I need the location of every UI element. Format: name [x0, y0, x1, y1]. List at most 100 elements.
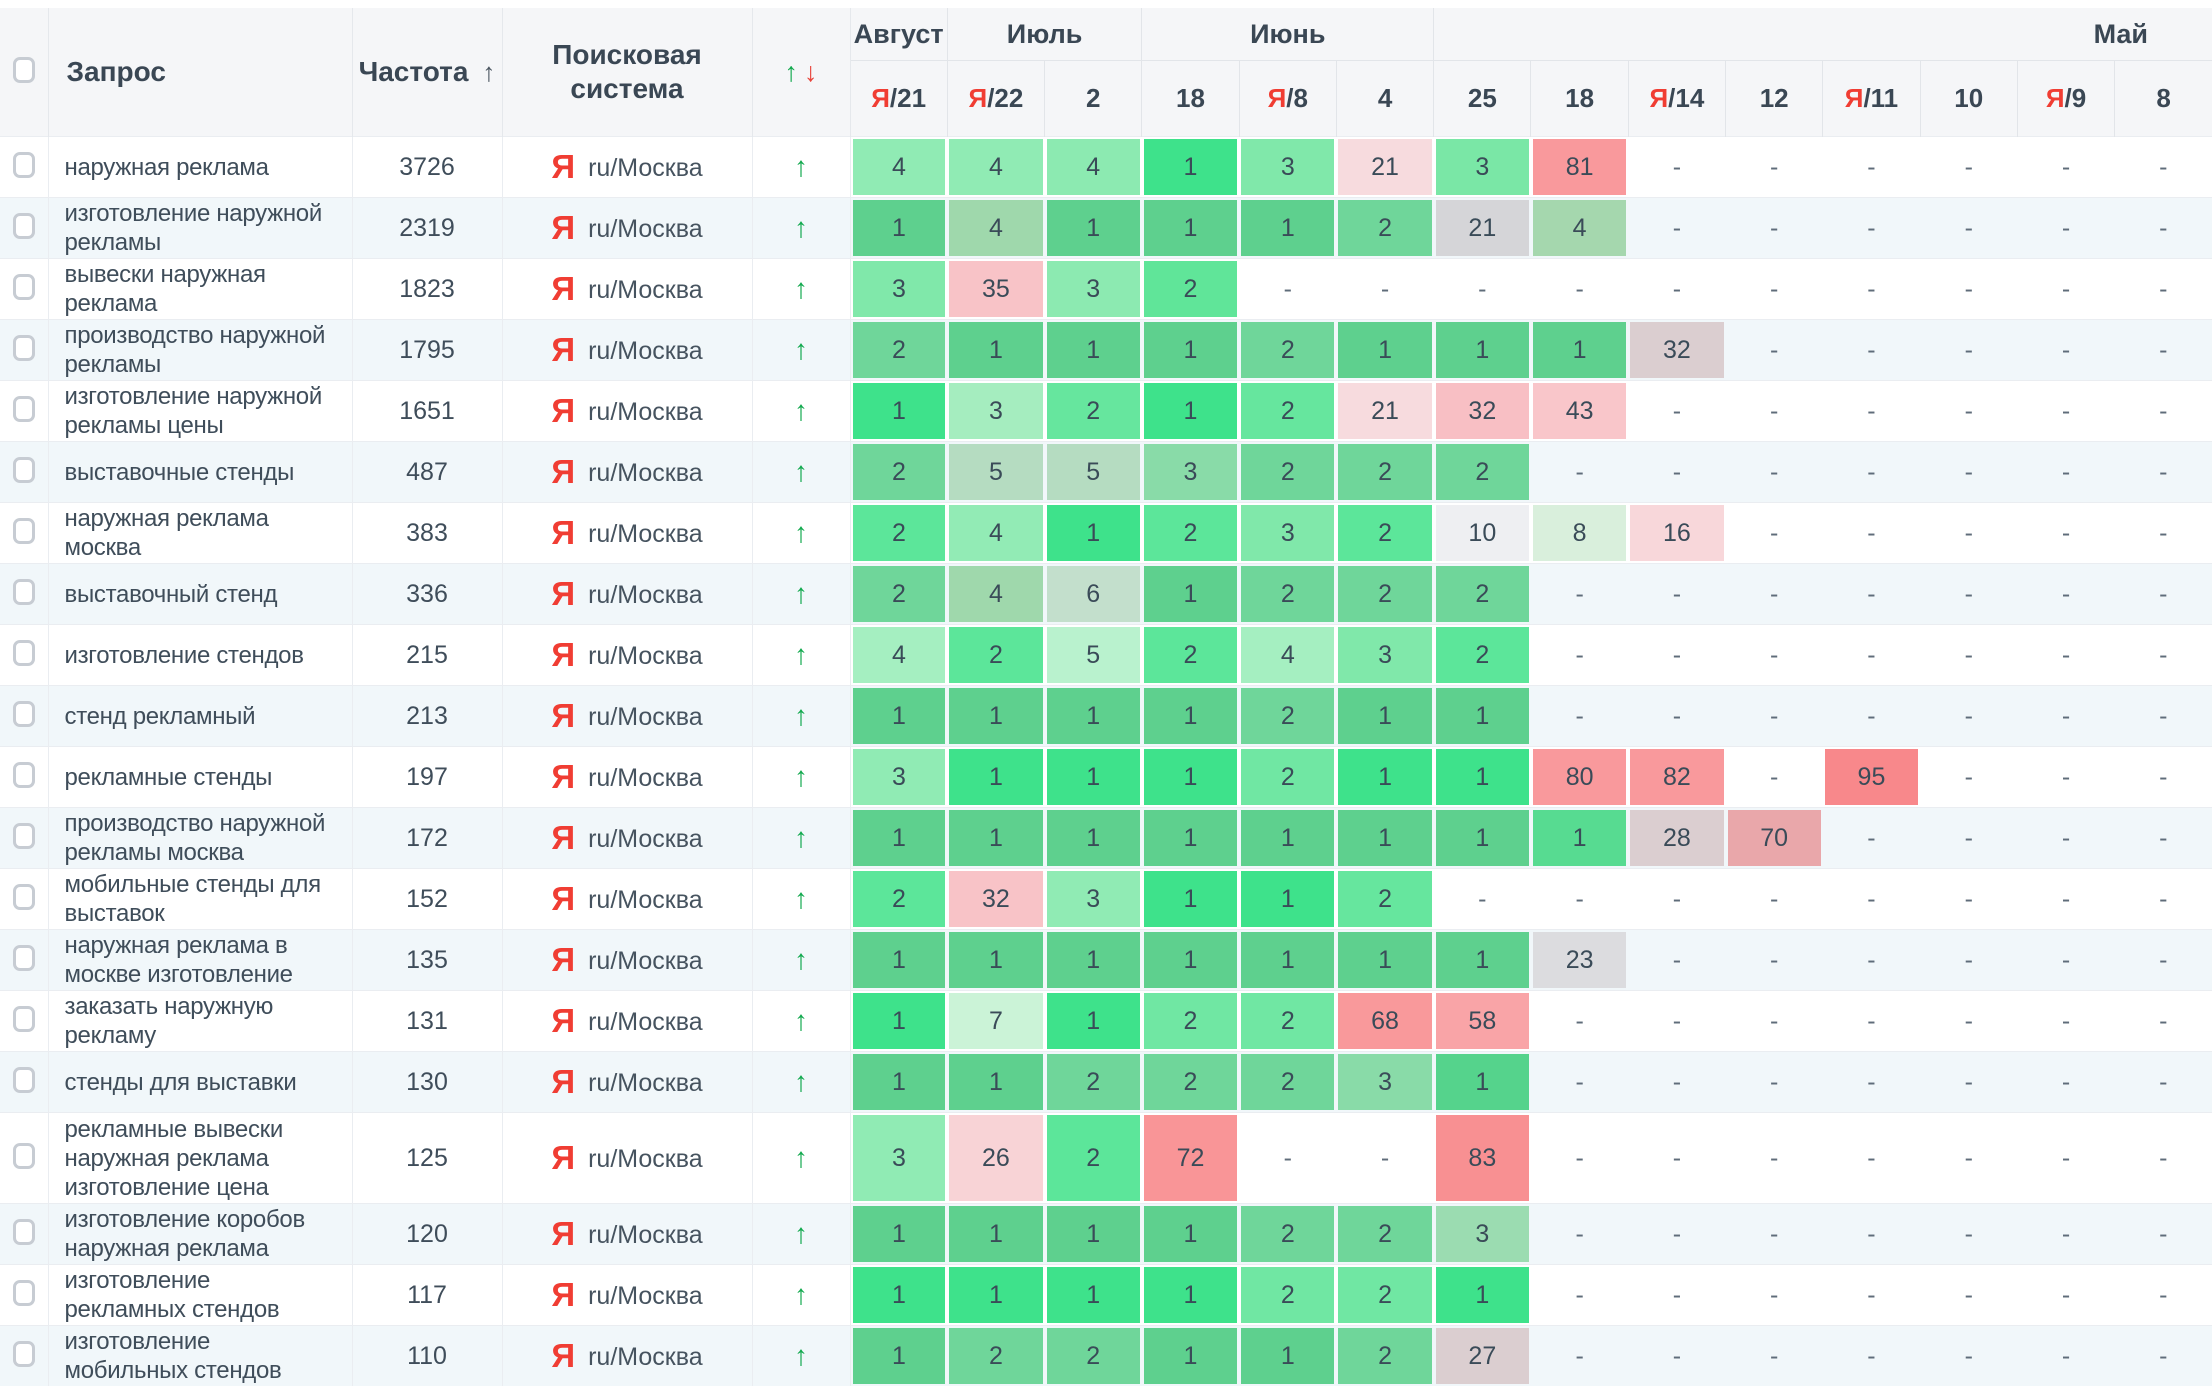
position-cell: 5 — [1045, 625, 1142, 686]
position-cell: - — [1531, 625, 1628, 686]
position-value: 2 — [1241, 688, 1334, 744]
position-value: 35 — [949, 261, 1042, 317]
yandex-icon: Я — [551, 148, 575, 185]
position-value: 2 — [1144, 1054, 1237, 1110]
table-row: стенды для выставки130Яru/Москва↑1122231… — [0, 1052, 2212, 1113]
position-value: 3 — [1241, 139, 1334, 195]
row-checkbox[interactable] — [13, 274, 35, 300]
query-cell[interactable]: изготовление коробов наружная реклама — [48, 1204, 352, 1265]
row-checkbox[interactable] — [13, 579, 35, 605]
query-cell[interactable]: заказать наружную рекламу — [48, 991, 352, 1052]
row-checkbox[interactable] — [13, 1143, 35, 1169]
position-empty: - — [1533, 1007, 1626, 1036]
query-cell[interactable]: стенды для выставки — [48, 1052, 352, 1113]
query-cell[interactable]: изготовление наружной рекламы — [48, 198, 352, 259]
query-cell[interactable]: изготовление стендов — [48, 625, 352, 686]
position-empty: - — [2019, 580, 2112, 609]
row-checkbox[interactable] — [13, 1341, 35, 1367]
row-checkbox[interactable] — [13, 823, 35, 849]
query-cell[interactable]: рекламные стенды — [48, 747, 352, 808]
row-checkbox[interactable] — [13, 1219, 35, 1245]
date-column-header[interactable]: Я/9 — [2017, 61, 2114, 137]
position-cell: 1 — [1142, 1204, 1239, 1265]
position-cell: 1 — [1045, 991, 1142, 1052]
row-checkbox[interactable] — [13, 945, 35, 971]
position-value: 3 — [1436, 1206, 1529, 1262]
row-checkbox[interactable] — [13, 457, 35, 483]
trend-cell: ↑ — [752, 381, 850, 442]
position-cell: - — [1726, 259, 1823, 320]
query-cell[interactable]: стенд рекламный — [48, 686, 352, 747]
row-checkbox[interactable] — [13, 884, 35, 910]
row-checkbox[interactable] — [13, 396, 35, 422]
row-checkbox[interactable] — [13, 1006, 35, 1032]
row-checkbox[interactable] — [13, 518, 35, 544]
position-cell: - — [1628, 930, 1725, 991]
position-value: 2 — [1241, 1206, 1334, 1262]
position-empty: - — [2019, 824, 2112, 853]
row-checkbox[interactable] — [13, 640, 35, 666]
select-all-checkbox[interactable] — [13, 57, 35, 83]
query-cell[interactable]: изготовление мобильных стендов — [48, 1326, 352, 1386]
row-checkbox[interactable] — [13, 1280, 35, 1306]
position-cell: 21 — [1434, 198, 1531, 259]
query-cell[interactable]: производство наружной рекламы москва — [48, 808, 352, 869]
month-group-Июль: Июль — [947, 8, 1142, 61]
query-cell[interactable]: производство наружной рекламы — [48, 320, 352, 381]
position-empty: - — [1630, 946, 1723, 975]
date-column-header[interactable]: Я/11 — [1823, 61, 1920, 137]
query-cell[interactable]: наружная реклама в москве изготовление — [48, 930, 352, 991]
date-column-header[interactable]: Я/21 — [850, 61, 947, 137]
position-cell: - — [1726, 686, 1823, 747]
column-header-trend[interactable]: ↑↓ — [752, 8, 850, 137]
position-cell: - — [1336, 1113, 1433, 1204]
column-header-frequency[interactable]: Частота↑ — [352, 8, 502, 137]
query-cell[interactable]: наружная реклама москва — [48, 503, 352, 564]
row-checkbox[interactable] — [13, 335, 35, 361]
position-cell: - — [1531, 1265, 1628, 1326]
row-checkbox[interactable] — [13, 701, 35, 727]
row-checkbox[interactable] — [13, 152, 35, 178]
query-cell[interactable]: выставочный стенд — [48, 564, 352, 625]
date-column-header[interactable]: 10 — [1920, 61, 2017, 137]
query-cell[interactable]: вывески наружная реклама — [48, 259, 352, 320]
position-empty: - — [2117, 214, 2210, 243]
row-checkbox[interactable] — [13, 1067, 35, 1093]
query-cell[interactable]: выставочные стенды — [48, 442, 352, 503]
position-cell: - — [1239, 1113, 1336, 1204]
row-checkbox[interactable] — [13, 762, 35, 788]
position-cell: 1 — [1239, 198, 1336, 259]
query-cell[interactable]: изготовление рекламных стендов — [48, 1265, 352, 1326]
position-empty: - — [1825, 702, 1918, 731]
date-column-header[interactable]: 4 — [1336, 61, 1433, 137]
date-column-header[interactable]: 8 — [2115, 61, 2212, 137]
date-column-header[interactable]: 18 — [1531, 61, 1628, 137]
column-header-query[interactable]: Запрос — [48, 8, 352, 137]
position-empty: - — [1728, 885, 1821, 914]
date-column-header[interactable]: 25 — [1434, 61, 1531, 137]
position-cell: 1 — [1239, 930, 1336, 991]
position-empty: - — [1630, 1007, 1723, 1036]
row-checkbox[interactable] — [13, 213, 35, 239]
query-cell[interactable]: мобильные стенды для выставок — [48, 869, 352, 930]
trend-up-icon: ↑ — [794, 761, 808, 792]
date-label: /22 — [987, 83, 1023, 113]
date-column-header[interactable]: Я/14 — [1628, 61, 1725, 137]
position-cell: 1 — [850, 198, 947, 259]
position-value: 3 — [1047, 871, 1140, 927]
query-cell[interactable]: рекламные вывески наружная реклама изгот… — [48, 1113, 352, 1204]
query-cell[interactable]: изготовление наружной рекламы цены — [48, 381, 352, 442]
position-cell: - — [2017, 1326, 2114, 1386]
query-cell[interactable]: наружная реклама — [48, 137, 352, 198]
yandex-icon: Я — [551, 209, 575, 246]
date-column-header[interactable]: 2 — [1045, 61, 1142, 137]
position-cell: 1 — [947, 1052, 1044, 1113]
date-column-header[interactable]: Я/8 — [1239, 61, 1336, 137]
date-column-header[interactable]: Я/22 — [947, 61, 1044, 137]
date-column-header[interactable]: 12 — [1726, 61, 1823, 137]
position-empty: - — [1825, 1281, 1918, 1310]
engine-label: ru/Москва — [588, 337, 703, 365]
position-cell: 2 — [1336, 198, 1433, 259]
position-value: 3 — [1338, 1054, 1431, 1110]
date-column-header[interactable]: 18 — [1142, 61, 1239, 137]
